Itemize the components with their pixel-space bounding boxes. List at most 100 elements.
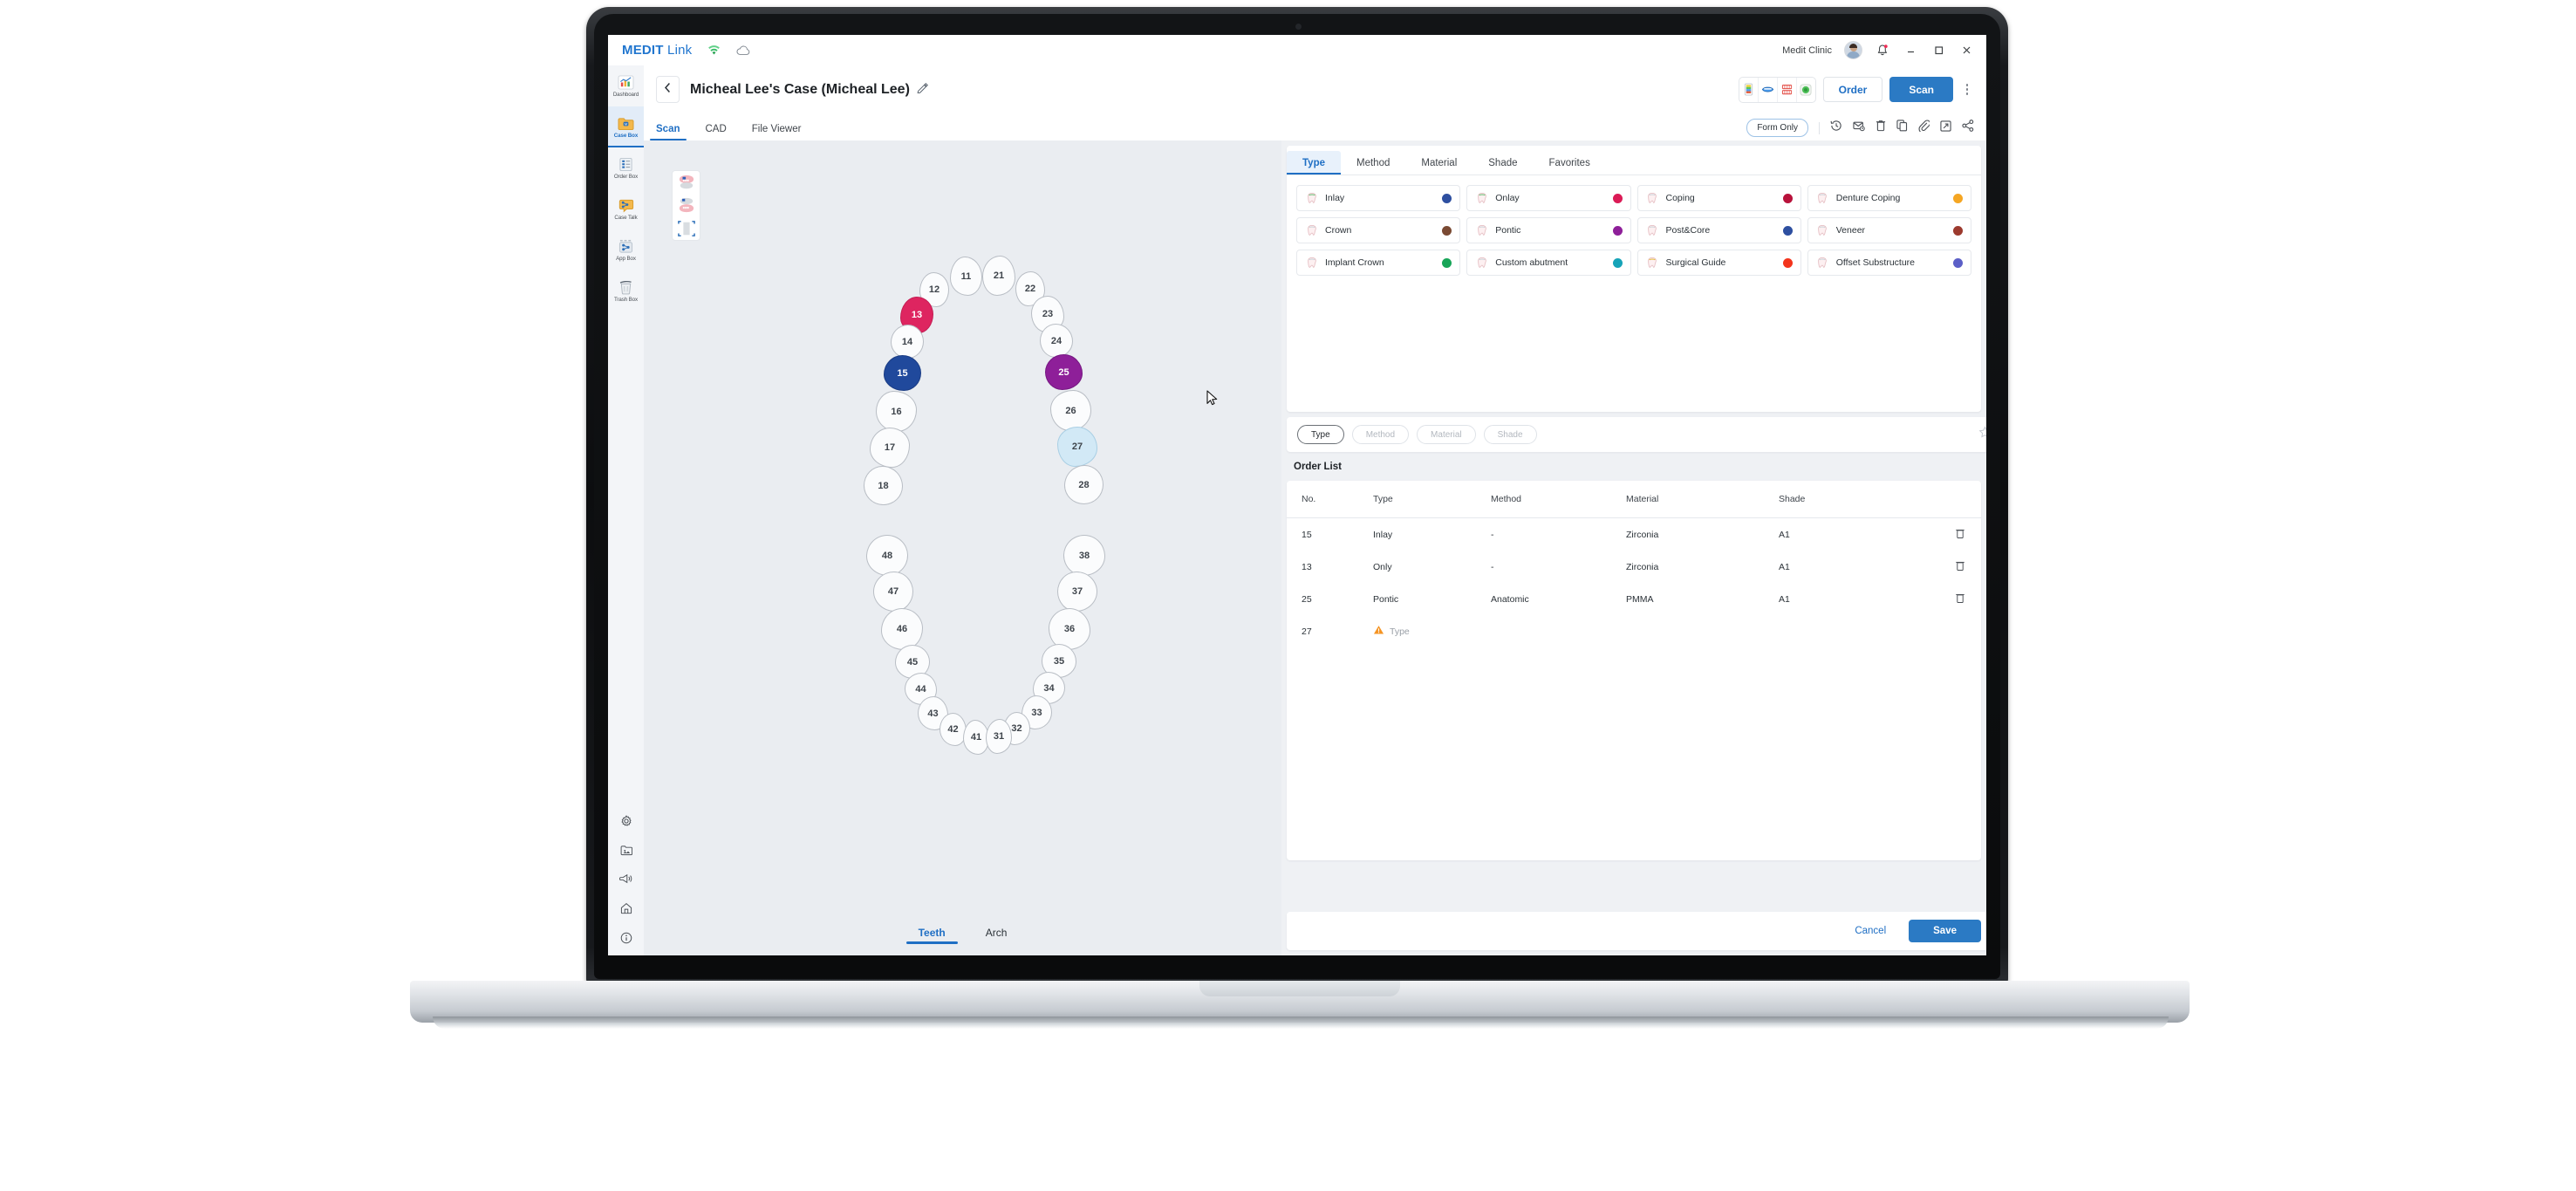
order-button[interactable]: Order <box>1822 77 1883 102</box>
type-color-dot[interactable] <box>1953 225 1963 236</box>
sidebar-item-order-box[interactable]: Order Box <box>608 147 644 188</box>
tooth-27[interactable]: 27 <box>1057 427 1097 467</box>
tooth-47[interactable]: 47 <box>873 572 913 612</box>
form-only-button[interactable]: Form Only <box>1746 119 1808 137</box>
info-icon[interactable] <box>620 932 632 948</box>
type-color-dot[interactable] <box>1953 193 1963 203</box>
home-icon[interactable] <box>620 902 632 919</box>
type-option-denture-coping[interactable]: Denture Coping <box>1807 185 1971 211</box>
pencil-icon[interactable] <box>917 82 928 98</box>
sidebar-item-app-box[interactable]: App Box <box>608 229 644 270</box>
back-button[interactable] <box>656 76 680 103</box>
chip-shade[interactable]: Shade <box>1483 425 1537 444</box>
type-option-offset-substructure[interactable]: Offset Substructure <box>1807 250 1971 276</box>
tooth-25[interactable]: 25 <box>1045 354 1083 390</box>
trash-icon[interactable] <box>1955 529 1965 542</box>
type-option-custom-abutment[interactable]: Custom abutment <box>1466 250 1631 276</box>
type-option-crown[interactable]: Crown <box>1296 217 1461 243</box>
chip-type[interactable]: Type <box>1297 425 1344 444</box>
sidebar-item-trash-box[interactable]: Trash Box <box>608 270 644 311</box>
trash-icon[interactable] <box>1876 120 1886 136</box>
type-option-post-core[interactable]: Post&Core <box>1636 217 1801 243</box>
tab-type[interactable]: Type <box>1287 151 1341 175</box>
tooth-17[interactable]: 17 <box>870 428 910 468</box>
type-color-dot[interactable] <box>1782 193 1793 203</box>
occlusion-icon[interactable] <box>1778 77 1797 102</box>
mouth-icon[interactable] <box>1759 77 1778 102</box>
copy-icon[interactable] <box>1896 120 1908 136</box>
type-option-inlay[interactable]: Inlay <box>1296 185 1461 211</box>
toggle-teeth[interactable]: Teeth <box>905 927 958 946</box>
tab-method[interactable]: Method <box>1341 158 1405 175</box>
type-color-dot[interactable] <box>1612 257 1623 268</box>
sidebar-item-dashboard[interactable]: Dashboard <box>608 65 644 106</box>
type-option-surgical-guide[interactable]: Surgical Guide <box>1636 250 1801 276</box>
tab-cad[interactable]: CAD <box>706 124 727 140</box>
close-icon[interactable] <box>1958 43 1974 58</box>
cancel-button[interactable]: Cancel <box>1846 926 1895 936</box>
tab-material[interactable]: Material <box>1405 158 1472 175</box>
history-icon[interactable] <box>1830 120 1842 136</box>
trash-icon[interactable] <box>1955 593 1965 606</box>
scan-button[interactable]: Scan <box>1889 77 1953 102</box>
tab-favorites[interactable]: Favorites <box>1534 158 1606 175</box>
chip-method[interactable]: Method <box>1351 425 1410 444</box>
type-color-dot[interactable] <box>1953 257 1963 268</box>
tooth-46[interactable]: 46 <box>881 608 923 650</box>
type-color-dot[interactable] <box>1442 257 1452 268</box>
share-icon[interactable] <box>1962 120 1974 136</box>
sidebar-item-case-box[interactable]: M Case Box <box>608 106 644 147</box>
tooth-28[interactable]: 28 <box>1064 465 1104 504</box>
tooth-14[interactable]: 14 <box>891 325 924 359</box>
folder-image-icon[interactable] <box>620 845 632 860</box>
star-outline-icon[interactable] <box>1978 426 1986 443</box>
table-row[interactable]: 27 Type <box>1287 615 1981 647</box>
tooth-31[interactable]: 31 <box>986 719 1012 754</box>
mail-icon[interactable] <box>1853 120 1865 136</box>
type-color-dot[interactable] <box>1612 225 1623 236</box>
type-option-onlay[interactable]: Onlay <box>1466 185 1631 211</box>
avatar[interactable] <box>1844 41 1862 59</box>
bell-icon[interactable] <box>1875 43 1890 58</box>
type-color-dot[interactable] <box>1442 193 1452 203</box>
type-color-dot[interactable] <box>1782 257 1793 268</box>
cell-actions[interactable] <box>1955 528 1981 542</box>
maximize-icon[interactable] <box>1930 43 1946 58</box>
minimize-icon[interactable] <box>1903 43 1918 58</box>
tab-scan[interactable]: Scan <box>650 124 686 140</box>
tab-shade[interactable]: Shade <box>1472 158 1533 175</box>
type-option-pontic[interactable]: Pontic <box>1466 217 1631 243</box>
trash-icon[interactable] <box>1955 561 1965 574</box>
toggle-arch[interactable]: Arch <box>986 927 1008 946</box>
type-color-dot[interactable] <box>1442 225 1452 236</box>
attachment-icon[interactable] <box>1918 120 1931 136</box>
gear-icon[interactable] <box>620 815 632 832</box>
tooth-26[interactable]: 26 <box>1050 390 1091 431</box>
scan-data-icon[interactable] <box>1797 78 1815 102</box>
tooth-37[interactable]: 37 <box>1057 572 1097 612</box>
cell-actions[interactable] <box>1955 592 1981 606</box>
tooth-38[interactable]: 38 <box>1063 535 1105 576</box>
cell-actions[interactable] <box>1955 560 1981 574</box>
tooth-18[interactable]: 18 <box>864 466 903 505</box>
type-option-coping[interactable]: Coping <box>1636 185 1801 211</box>
tooth-24[interactable]: 24 <box>1040 324 1073 358</box>
save-button[interactable]: Save <box>1909 920 1981 942</box>
cloud-icon[interactable] <box>736 45 750 56</box>
type-option-veneer[interactable]: Veneer <box>1807 217 1971 243</box>
tooth-16[interactable]: 16 <box>876 391 917 432</box>
sidebar-item-case-talk[interactable]: Case Talk <box>608 188 644 229</box>
tab-file-viewer[interactable]: File Viewer <box>752 124 802 140</box>
export-icon[interactable] <box>1940 120 1951 136</box>
type-color-dot[interactable] <box>1612 193 1623 203</box>
kebab-menu-icon[interactable] <box>1960 84 1974 95</box>
tooth-21[interactable]: 21 <box>982 256 1015 296</box>
color-scan-icon[interactable] <box>1739 77 1759 102</box>
app-logo[interactable]: MEDIT Link <box>622 43 692 58</box>
table-row[interactable]: 13 Only - Zirconia A1 <box>1287 551 1981 583</box>
tooth-48[interactable]: 48 <box>866 535 908 576</box>
type-option-implant-crown[interactable]: Implant Crown <box>1296 250 1461 276</box>
tooth-11[interactable]: 11 <box>950 257 982 296</box>
type-color-dot[interactable] <box>1782 225 1793 236</box>
table-row[interactable]: 25 Pontic Anatomic PMMA A1 <box>1287 583 1981 615</box>
